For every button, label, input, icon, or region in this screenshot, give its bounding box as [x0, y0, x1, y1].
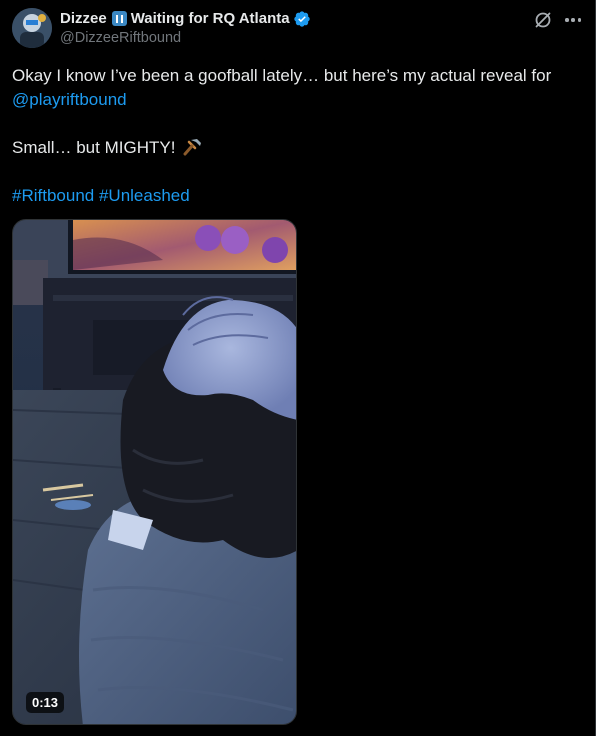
hammer-icon — [183, 139, 202, 156]
post-line-1: Okay I know I’ve been a goofball lately…… — [12, 64, 582, 112]
author-handle[interactable]: @DizzeeRiftbound — [60, 30, 311, 46]
video-player[interactable]: 0:13 — [12, 219, 297, 725]
grok-icon[interactable] — [533, 10, 553, 30]
post-container: Dizzee Waiting for RQ Atlanta @DizzeeRif… — [0, 0, 596, 736]
mention-link[interactable]: @playriftbound — [12, 90, 127, 109]
hashtag-unleashed[interactable]: #Unleashed — [99, 186, 190, 205]
display-name-status[interactable]: Waiting for RQ Atlanta — [131, 10, 290, 27]
hashtag-riftbound[interactable]: #Riftbound — [12, 186, 94, 205]
avatar[interactable] — [12, 8, 52, 48]
post-header: Dizzee Waiting for RQ Atlanta @DizzeeRif… — [12, 8, 583, 48]
post-text-line2: Small… but MIGHTY! — [12, 138, 176, 157]
display-name[interactable]: Dizzee — [60, 10, 107, 27]
post-text: Okay I know I’ve been a goofball lately…… — [12, 64, 582, 208]
post-line-2: Small… but MIGHTY! — [12, 136, 582, 160]
display-name-row[interactable]: Dizzee Waiting for RQ Atlanta — [60, 9, 311, 28]
author-names: Dizzee Waiting for RQ Atlanta @DizzeeRif… — [60, 9, 311, 46]
verified-badge-icon[interactable] — [293, 10, 311, 28]
more-options-icon[interactable] — [563, 10, 583, 30]
video-frame — [13, 220, 296, 724]
video-duration: 0:13 — [26, 692, 65, 713]
post-text-line1: Okay I know I’ve been a goofball lately…… — [12, 66, 552, 85]
header-actions — [533, 10, 583, 30]
pause-button-icon — [111, 11, 127, 26]
post-hashtags: #Riftbound #Unleashed — [12, 184, 582, 208]
